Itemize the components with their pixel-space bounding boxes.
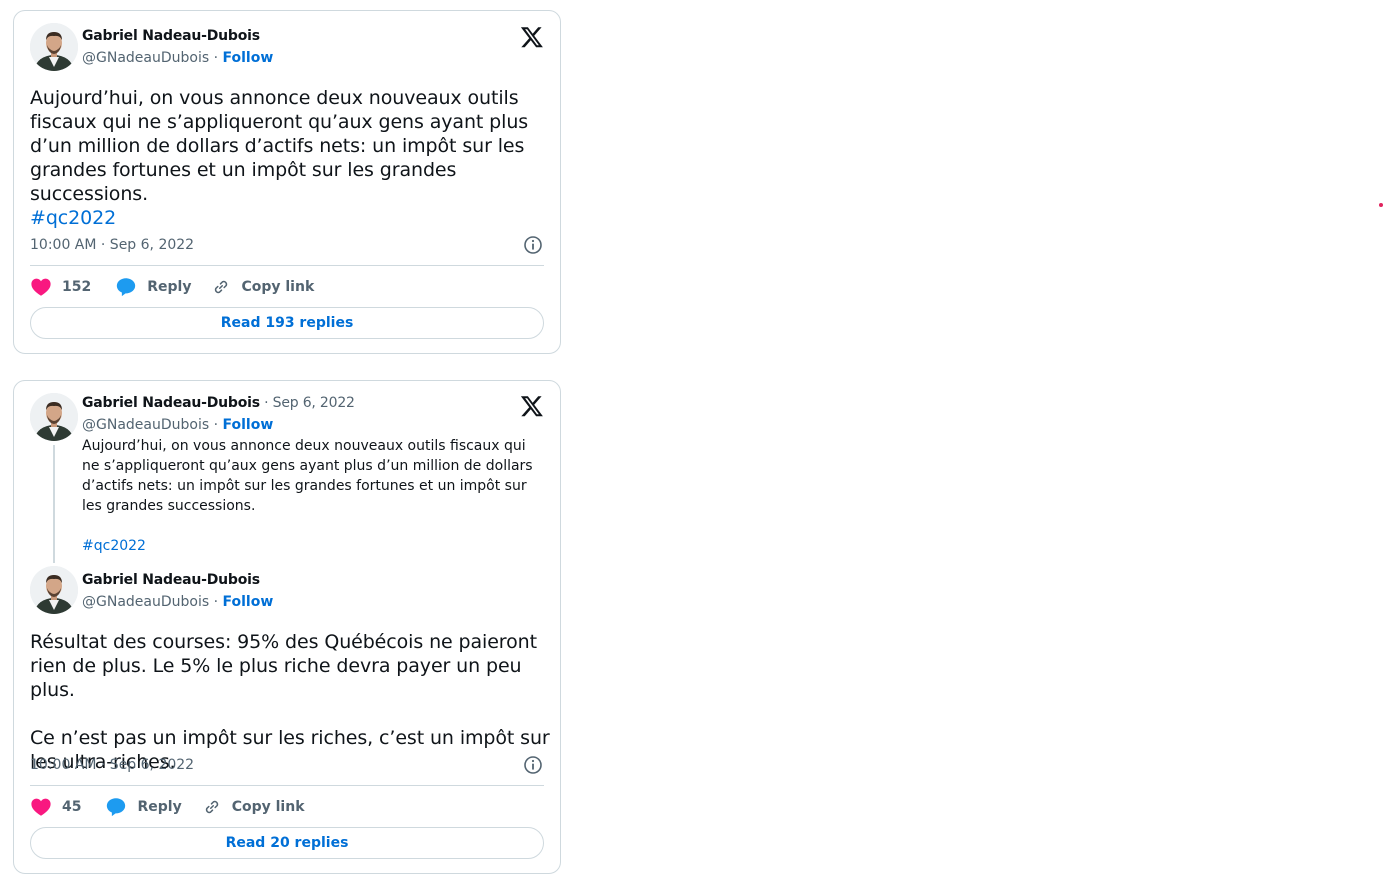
hashtag-link[interactable]: #qc2022 [30,206,116,230]
heart-icon [31,278,51,296]
author-handle[interactable]: @GNadeauDubois [82,50,209,66]
separator: · [209,417,223,433]
copy-link-label: Copy link [231,799,305,815]
thread-connector [53,445,55,563]
like-count: 152 [62,279,92,295]
info-icon[interactable] [523,755,543,775]
author-name[interactable]: Gabriel Nadeau-Dubois [82,572,260,588]
reply-button[interactable]: Reply [115,276,191,298]
like-count: 45 [62,799,82,815]
like-button[interactable]: 45 [30,796,81,818]
tweet-body: Aujourd’hui, on vous annonce deux nouvea… [30,87,535,205]
avatar[interactable] [30,566,78,614]
quoted-author-name[interactable]: Gabriel Nadeau-Dubois [82,395,260,411]
action-bar: 152 Reply Copy link [30,275,334,299]
author-handle-line: @GNadeauDubois · Follow [82,594,273,610]
quoted-avatar[interactable] [30,393,78,441]
divider [30,785,544,786]
quoted-separator: · [259,395,273,411]
x-logo-icon[interactable] [520,25,544,49]
separator: · [209,594,223,610]
avatar-image [30,393,78,441]
author-handle[interactable]: @GNadeauDubois [82,594,209,610]
like-button[interactable]: 152 [30,276,91,298]
author-handle-line: @GNadeauDubois · Follow [82,50,273,66]
speech-bubble-icon [117,278,136,297]
red-dot-marker [1379,203,1383,207]
read-replies-button[interactable]: Read 193 replies [30,307,544,339]
tweet-card-2: Gabriel Nadeau-Dubois · Sep 6, 2022 @GNa… [13,380,561,874]
x-logo-icon[interactable] [520,394,544,418]
avatar[interactable] [30,23,78,71]
copy-link-button[interactable]: Copy link [202,797,305,817]
timestamp[interactable]: 10:00 AM · Sep 6, 2022 [30,757,194,773]
copy-link-button[interactable]: Copy link [211,277,314,297]
timestamp[interactable]: 10:00 AM · Sep 6, 2022 [30,237,194,253]
read-replies-button[interactable]: Read 20 replies [30,827,544,859]
link-icon [205,800,218,814]
action-bar: 45 Reply Copy link [30,795,325,819]
quoted-follow-button[interactable]: Follow [223,417,274,433]
avatar-image [30,566,78,614]
avatar-image [30,23,78,71]
quoted-handle[interactable]: @GNadeauDubois [82,417,209,433]
reply-label: Reply [137,799,182,815]
follow-button[interactable]: Follow [223,50,274,66]
heart-icon [31,798,51,816]
reply-label: Reply [147,279,192,295]
speech-bubble-icon [107,798,126,817]
quoted-body: Aujourd’hui, on vous annonce deux nouvea… [82,438,538,514]
tweet-card-1: Gabriel Nadeau-Dubois @GNadeauDubois · F… [13,10,561,354]
tweet-body: Résultat des courses: 95% des Québécois … [30,631,550,773]
quoted-handle-line: @GNadeauDubois · Follow [82,417,273,433]
reply-button[interactable]: Reply [105,796,182,818]
quoted-hashtag-link[interactable]: #qc2022 [82,536,146,556]
quoted-author-line: Gabriel Nadeau-Dubois · Sep 6, 2022 [82,395,355,411]
follow-button[interactable]: Follow [223,594,274,610]
link-icon [215,280,228,294]
divider [30,265,544,266]
separator: · [209,50,223,66]
quoted-date[interactable]: Sep 6, 2022 [273,395,355,411]
info-icon[interactable] [523,235,543,255]
copy-link-label: Copy link [241,279,315,295]
author-name[interactable]: Gabriel Nadeau-Dubois [82,28,260,44]
